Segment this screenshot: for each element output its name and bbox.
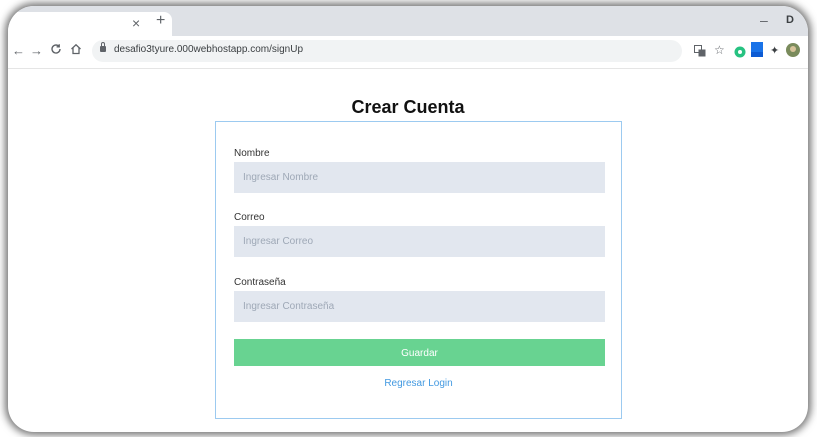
nombre-label: Nombre [234, 148, 270, 159]
profile-avatar-icon[interactable] [786, 43, 800, 62]
correo-field[interactable] [234, 226, 605, 257]
extension-icon[interactable] [734, 45, 746, 63]
correo-label: Correo [234, 212, 265, 223]
menu-icon[interactable]: ⋮ [804, 44, 808, 57]
nombre-field[interactable] [234, 162, 605, 193]
forward-arrow-icon[interactable]: → [30, 43, 43, 59]
puzzle-icon[interactable]: ✦ [770, 44, 779, 57]
page-content: Crear Cuenta Nombre Correo Contraseña Gu… [8, 69, 808, 432]
home-icon[interactable] [70, 43, 82, 59]
browser-window: × + – D ← → desafio3tyure.000webhostapp.… [8, 6, 808, 432]
translate-icon[interactable] [694, 44, 706, 62]
contrasena-field[interactable] [234, 291, 605, 322]
contrasena-label: Contraseña [234, 277, 286, 288]
address-bar[interactable]: desafio3tyure.000webhostapp.com/signUp [92, 40, 682, 62]
lock-icon[interactable] [100, 42, 106, 52]
browser-toolbar: ← → desafio3tyure.000webhostapp.com/sign… [8, 36, 808, 69]
browser-tab[interactable]: × [8, 12, 172, 36]
tab-close-icon[interactable]: × [132, 15, 140, 31]
back-arrow-icon[interactable]: ← [12, 43, 25, 59]
window-control-icon[interactable]: D [786, 14, 794, 26]
minimize-icon[interactable]: – [760, 12, 768, 28]
star-icon[interactable]: ☆ [714, 43, 725, 57]
reload-icon[interactable] [50, 43, 62, 59]
extension-icon[interactable] [750, 42, 764, 63]
url-text[interactable]: desafio3tyure.000webhostapp.com/signUp [114, 44, 303, 55]
tab-strip: × + – D [8, 6, 808, 36]
signup-form: Nombre Correo Contraseña Guardar Regresa… [215, 121, 622, 419]
new-tab-icon[interactable]: + [156, 13, 165, 29]
page-title: Crear Cuenta [351, 97, 465, 117]
regresar-login-link[interactable]: Regresar Login [216, 378, 621, 389]
guardar-button[interactable]: Guardar [234, 339, 605, 366]
